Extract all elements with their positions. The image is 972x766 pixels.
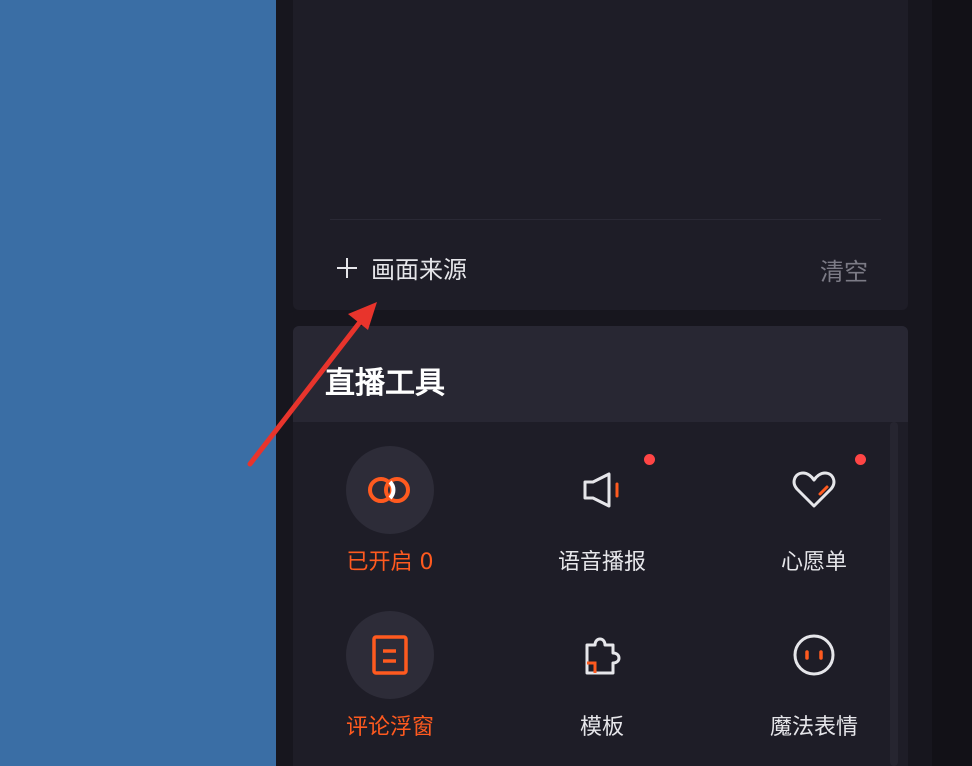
tool-template[interactable]: 模板	[508, 611, 688, 751]
tool-label: 已开启 0	[346, 550, 434, 575]
tools-scrollbar[interactable]	[890, 422, 898, 766]
source-panel: 画面来源 清空	[293, 0, 908, 310]
tool-wishlist[interactable]: 心愿单	[720, 446, 900, 586]
annotation-arrow-icon	[247, 302, 377, 467]
tool-label: 评论浮窗	[345, 715, 434, 740]
tool-label: 魔法表情	[769, 715, 858, 740]
divider	[330, 219, 881, 220]
tool-label: 语音播报	[557, 550, 646, 575]
add-source-button[interactable]: 画面来源	[337, 250, 467, 285]
add-source-label: 画面来源	[371, 256, 467, 284]
clear-button[interactable]: 清空	[820, 252, 868, 287]
puzzle-icon	[558, 611, 646, 699]
tool-label: 心愿单	[780, 550, 847, 575]
notification-dot	[855, 454, 866, 465]
face-icon	[770, 611, 858, 699]
heart-icon	[770, 446, 858, 534]
tool-label: 模板	[579, 715, 624, 740]
plus-icon	[337, 257, 357, 278]
notification-dot	[644, 454, 655, 465]
tool-magic-emoji[interactable]: 魔法表情	[720, 611, 900, 751]
tool-comment-window[interactable]: 评论浮窗	[296, 611, 476, 751]
comment-window-icon	[346, 611, 434, 699]
megaphone-icon	[558, 446, 646, 534]
tool-voice-broadcast[interactable]: 语音播报	[508, 446, 688, 586]
window-edge	[932, 0, 972, 766]
